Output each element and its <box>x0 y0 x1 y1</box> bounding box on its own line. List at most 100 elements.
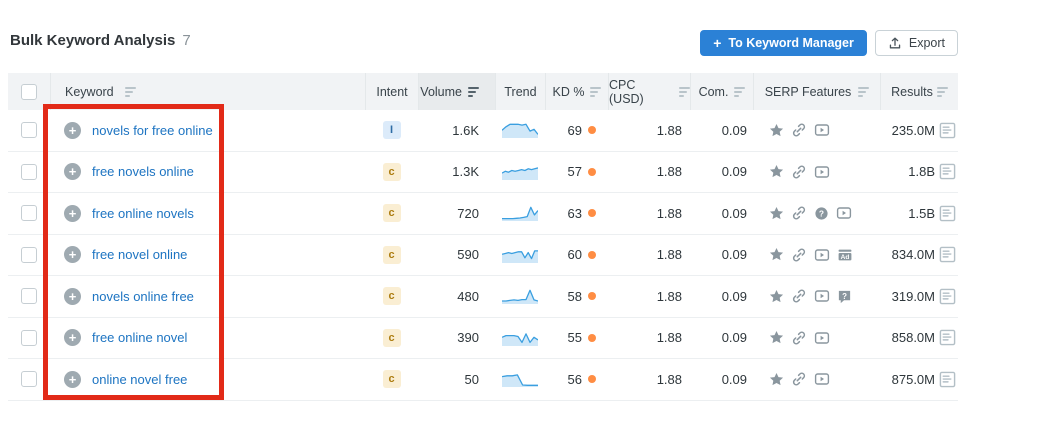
sort-icon[interactable] <box>734 87 745 97</box>
keyword-link[interactable]: free online novel <box>92 330 187 345</box>
star-icon[interactable] <box>769 123 784 138</box>
expand-plus-icon[interactable]: + <box>64 371 81 388</box>
row-checkbox[interactable] <box>21 330 37 346</box>
table-row: + online novel free C 50 56 1.88 0.09 87… <box>8 359 958 401</box>
expand-plus-icon[interactable]: + <box>64 246 81 263</box>
link-icon[interactable] <box>791 205 807 221</box>
kd-value: 57 <box>568 164 582 179</box>
serp-snapshot-icon[interactable] <box>939 163 956 180</box>
row-checkbox[interactable] <box>21 164 37 180</box>
sort-icon[interactable] <box>125 87 136 97</box>
volume-value: 50 <box>418 359 495 400</box>
video-icon[interactable] <box>836 205 852 221</box>
intent-badge[interactable]: I <box>383 121 401 139</box>
video-icon[interactable] <box>814 288 830 304</box>
intent-badge[interactable]: C <box>383 204 401 222</box>
header-serp-features[interactable]: SERP Features <box>753 73 880 110</box>
header-cpc[interactable]: CPC (USD) <box>608 73 690 110</box>
expand-plus-icon[interactable]: + <box>64 163 81 180</box>
sort-icon-active[interactable] <box>468 87 479 97</box>
link-icon[interactable] <box>791 164 807 180</box>
sort-icon[interactable] <box>679 87 690 97</box>
sort-icon[interactable] <box>937 87 948 97</box>
sort-icon[interactable] <box>590 87 601 97</box>
bulk-keyword-analysis-page: Bulk Keyword Analysis 7 + To Keyword Man… <box>0 0 1057 429</box>
keyword-link[interactable]: online novel free <box>92 372 187 387</box>
volume-value: 480 <box>418 276 495 317</box>
page-title-bar: Bulk Keyword Analysis 7 <box>10 32 191 49</box>
row-checkbox[interactable] <box>21 122 37 138</box>
video-icon[interactable] <box>814 371 830 387</box>
cpc-value: 1.88 <box>608 235 690 276</box>
star-icon[interactable] <box>769 164 784 179</box>
page-title: Bulk Keyword Analysis <box>10 32 175 49</box>
serp-snapshot-icon[interactable] <box>939 122 956 139</box>
volume-value: 1.3K <box>418 152 495 193</box>
video-icon[interactable] <box>814 247 830 263</box>
com-value: 0.09 <box>690 318 753 359</box>
star-icon[interactable] <box>769 372 784 387</box>
expand-plus-icon[interactable]: + <box>64 329 81 346</box>
intent-badge[interactable]: C <box>383 246 401 264</box>
row-checkbox[interactable] <box>21 247 37 263</box>
kd-value: 56 <box>568 372 582 387</box>
expand-plus-icon[interactable]: + <box>64 288 81 305</box>
serp-snapshot-icon[interactable] <box>939 246 956 263</box>
kd-value: 55 <box>568 330 582 345</box>
intent-badge[interactable]: C <box>383 329 401 347</box>
to-keyword-manager-button[interactable]: + To Keyword Manager <box>700 30 867 56</box>
serp-snapshot-icon[interactable] <box>939 329 956 346</box>
volume-value: 1.6K <box>418 110 495 151</box>
intent-badge[interactable]: C <box>383 287 401 305</box>
header-results[interactable]: Results <box>880 73 958 110</box>
header-kd[interactable]: KD % <box>545 73 608 110</box>
row-checkbox[interactable] <box>21 288 37 304</box>
link-icon[interactable] <box>791 330 807 346</box>
keyword-link[interactable]: novels online free <box>92 289 194 304</box>
header-keyword[interactable]: Keyword <box>50 73 365 110</box>
sort-icon[interactable] <box>858 87 869 97</box>
star-icon[interactable] <box>769 247 784 262</box>
trend-sparkline <box>502 244 538 266</box>
intent-badge[interactable]: C <box>383 370 401 388</box>
star-icon[interactable] <box>769 289 784 304</box>
kd-difficulty-dot <box>588 126 596 134</box>
serp-snapshot-icon[interactable] <box>939 371 956 388</box>
trend-sparkline <box>502 285 538 307</box>
com-value: 0.09 <box>690 152 753 193</box>
header-volume[interactable]: Volume <box>418 73 495 110</box>
star-icon[interactable] <box>769 206 784 221</box>
video-icon[interactable] <box>814 330 830 346</box>
link-icon[interactable] <box>791 288 807 304</box>
keyword-link[interactable]: free novel online <box>92 247 187 262</box>
star-icon[interactable] <box>769 330 784 345</box>
header-trend: Trend <box>495 73 545 110</box>
keyword-link[interactable]: free online novels <box>92 206 194 221</box>
question-icon[interactable]: ? <box>814 206 829 221</box>
ad-icon[interactable]: Ad <box>837 247 853 263</box>
keyword-link[interactable]: free novels online <box>92 164 194 179</box>
export-upload-icon <box>888 36 902 50</box>
link-icon[interactable] <box>791 371 807 387</box>
kd-difficulty-dot <box>588 209 596 217</box>
select-all-cell <box>8 73 50 110</box>
keyword-link[interactable]: novels for free online <box>92 123 213 138</box>
header-com[interactable]: Com. <box>690 73 753 110</box>
expand-plus-icon[interactable]: + <box>64 205 81 222</box>
serp-snapshot-icon[interactable] <box>939 205 956 222</box>
kd-value: 69 <box>568 123 582 138</box>
export-button[interactable]: Export <box>875 30 958 56</box>
serp-snapshot-icon[interactable] <box>939 288 956 305</box>
select-all-checkbox[interactable] <box>21 84 37 100</box>
video-icon[interactable] <box>814 122 830 138</box>
link-icon[interactable] <box>791 247 807 263</box>
serp-features-cell <box>753 152 880 193</box>
video-icon[interactable] <box>814 164 830 180</box>
link-icon[interactable] <box>791 122 807 138</box>
table-row: + novels for free online I 1.6K 69 1.88 … <box>8 110 958 152</box>
intent-badge[interactable]: C <box>383 163 401 181</box>
row-checkbox[interactable] <box>21 205 37 221</box>
row-checkbox[interactable] <box>21 371 37 387</box>
expand-plus-icon[interactable]: + <box>64 122 81 139</box>
faq-icon[interactable]: ? <box>837 289 852 304</box>
